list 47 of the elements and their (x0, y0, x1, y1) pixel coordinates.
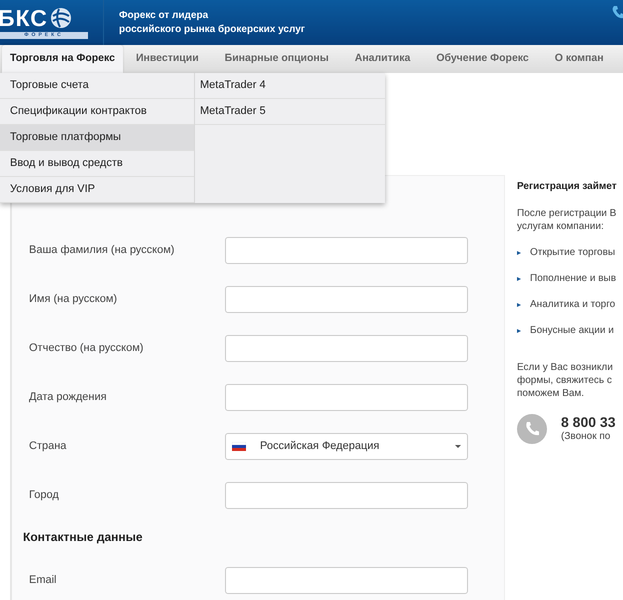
field-label: Отчество (на русском) (28, 341, 144, 356)
bullet-icon (517, 250, 521, 254)
phone-icon (612, 4, 623, 18)
nav-tab[interactable]: Инвестиции (122, 45, 212, 73)
field-label: Имя (на русском) (28, 292, 118, 308)
field-label: Email (28, 573, 58, 588)
field-label: Город (28, 488, 60, 504)
intro-text: После регистрации В услугам компании: (517, 207, 617, 233)
input-field[interactable] (225, 237, 468, 264)
submenu-item[interactable]: MetaTrader 4 (195, 73, 385, 99)
submenu-item[interactable]: MetaTrader 5 (195, 99, 385, 125)
field-label: Ваша фамилия (на русском) (28, 243, 176, 258)
nav-tab[interactable]: Обучение Форекс (423, 45, 542, 73)
input-field[interactable] (225, 384, 468, 411)
input-field[interactable] (225, 482, 468, 509)
bullet-text: Пополнение и выв (530, 272, 616, 285)
globe-icon (50, 7, 72, 29)
menu-item[interactable]: Торговые платформы (0, 125, 194, 151)
menu-item[interactable]: Торговые счета (0, 73, 194, 99)
flag-icon (232, 442, 246, 451)
sidebar-title: Регистрация займет (517, 180, 617, 193)
input-field[interactable] (225, 335, 468, 362)
bullet-text: Открытие торговы (530, 246, 616, 259)
menu-item[interactable]: Спецификации контрактов (0, 99, 194, 125)
bullet-icon (517, 328, 521, 332)
nav-tab[interactable]: Бинарные опционы (212, 45, 342, 73)
input-field[interactable] (225, 286, 468, 313)
bullet-text: Аналитика и торго (530, 298, 616, 311)
section-title: Контактные данные (23, 529, 144, 546)
phone-icon (517, 414, 547, 444)
bullet-icon (517, 276, 521, 280)
menu-item[interactable]: Условия для VIP (0, 177, 194, 203)
caret-icon (455, 445, 461, 448)
bullet-icon (517, 302, 521, 306)
field-label: Страна (28, 439, 68, 454)
menu-item[interactable]: Ввод и вывод средств (0, 151, 194, 177)
nav-tab[interactable]: Торговля на Форекс (2, 45, 123, 73)
nav-tab[interactable]: О компан (542, 45, 617, 73)
phone-number: 8 800 33 (561, 415, 616, 430)
bullet-text: Бонусные акции и (530, 324, 614, 337)
help-text: Если у Вас возникли формы, свяжитесь с поможем Вам. (517, 361, 614, 400)
input-field[interactable] (225, 567, 468, 594)
nav-tab[interactable]: Аналитика (342, 45, 424, 73)
country-select[interactable]: Российская Федерация (225, 433, 468, 460)
tagline: Форекс от лидера российского рынка брокерских услуг (119, 8, 305, 36)
phone-note: (Звонок по (561, 430, 612, 443)
field-label: Дата рождения (28, 390, 108, 406)
